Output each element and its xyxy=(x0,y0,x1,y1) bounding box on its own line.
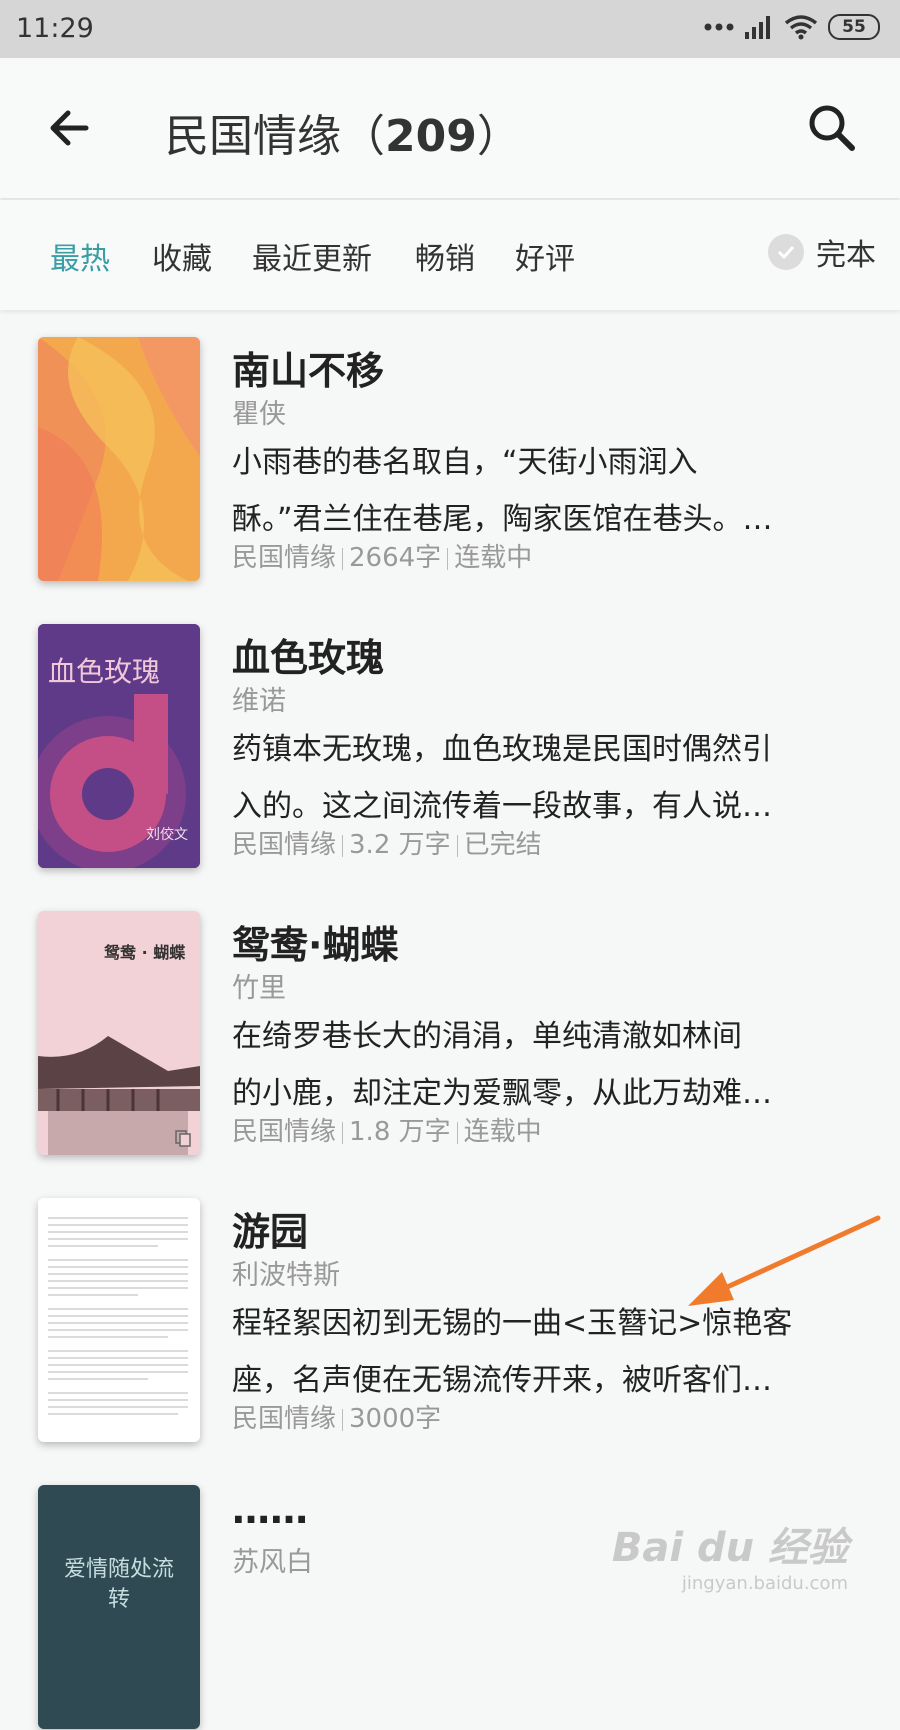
cover-art xyxy=(38,1198,200,1442)
cover-title-text: 鸳鸯 · 蝴蝶 xyxy=(104,943,186,962)
book-cover xyxy=(38,1198,200,1442)
meta-category: 民国情缘 xyxy=(232,1404,337,1434)
book-description: 药镇本无玫瑰，血色玫瑰是民国时偶然引 入的。这之间流传着一段故事，有人说… xyxy=(232,721,862,835)
meta-category: 民国情缘 xyxy=(232,1117,337,1147)
meta-word-count: 1.8 万字 xyxy=(349,1117,451,1147)
meta-word-count: 3000字 xyxy=(349,1404,442,1434)
book-description: 程轻絮因初到无锡的一曲<玉簪记>惊艳客 座，名声便在无锡流传开来，被听客们… xyxy=(232,1295,862,1409)
check-icon xyxy=(768,234,804,270)
book-author: 维诺 xyxy=(232,686,286,717)
wifi-icon xyxy=(784,15,818,40)
copy-icon xyxy=(175,1130,191,1147)
book-meta: 民国情缘 2664字 连载中 xyxy=(232,537,532,574)
status-time: 11:29 xyxy=(16,13,94,44)
description-line: 小雨巷的巷名取自，“天街小雨润入 xyxy=(232,445,698,480)
meta-category: 民国情缘 xyxy=(232,543,337,573)
tab-bestselling[interactable]: 畅销 xyxy=(415,234,475,278)
page-title-text: 民国情缘（ xyxy=(165,111,385,162)
cover-title-text: 爱情随处流转 xyxy=(63,1557,174,1612)
book-title: 游园 xyxy=(232,1210,309,1254)
meta-category: 民国情缘 xyxy=(232,830,337,860)
cover-title-text: 血色玫瑰 xyxy=(48,655,161,688)
baidu-watermark: Bai du 经验 jingyan.baidu.com xyxy=(612,1515,848,1594)
book-author: 利波特斯 xyxy=(232,1260,340,1291)
tab-favorites[interactable]: 收藏 xyxy=(152,234,212,278)
watermark-logo: Bai du 经验 xyxy=(611,1525,848,1571)
filter-bar: 最热 收藏 最近更新 畅销 好评 完本 xyxy=(0,200,900,310)
meta-status: 已完结 xyxy=(463,830,542,860)
watermark-url: jingyan.baidu.com xyxy=(681,1573,848,1594)
back-arrow-icon xyxy=(50,110,89,146)
description-line: 程轻絮因初到无锡的一曲<玉簪记>惊艳客 xyxy=(232,1306,793,1341)
description-line: 药镇本无玫瑰，血色玫瑰是民国时偶然引 xyxy=(232,732,772,767)
book-title: 南山不移 xyxy=(232,349,385,393)
cover-art xyxy=(38,337,200,581)
book-meta: 民国情缘 1.8 万字 连载中 xyxy=(232,1111,542,1148)
page-title: 民国情缘（209） xyxy=(165,100,521,164)
more-dots-icon xyxy=(704,23,734,31)
meta-word-count: 3.2 万字 xyxy=(349,830,451,860)
book-item[interactable]: 血色玫瑰 刘佼文 血色玫瑰 维诺 药镇本无玫瑰，血色玫瑰是民国时偶然引 入的。这… xyxy=(0,599,900,869)
book-description: 在绮罗巷长大的涓涓，单纯清澈如林间 的小鹿，却注定为爱飘零，从此万劫难… xyxy=(232,1008,862,1122)
book-cover: 鸳鸯 · 蝴蝶 xyxy=(38,911,200,1155)
book-description: 小雨巷的巷名取自，“天街小雨润入 酥。”君兰住在巷尾，陶家医馆在巷头。… xyxy=(232,434,862,548)
book-title: 鸳鸯·蝴蝶 xyxy=(232,923,399,967)
book-meta: 民国情缘 3.2 万字 已完结 xyxy=(232,824,542,861)
search-icon xyxy=(809,105,855,151)
signal-icon xyxy=(745,16,770,39)
back-button[interactable] xyxy=(44,103,94,153)
status-bar: 11:29 55 xyxy=(0,0,900,58)
book-cover xyxy=(38,337,200,581)
app-bar: 民国情缘（209） xyxy=(0,58,900,198)
description-line: 在绮罗巷长大的涓涓，单纯清澈如林间 xyxy=(232,1019,742,1054)
meta-status: 连载中 xyxy=(463,1117,542,1147)
complete-filter-toggle[interactable]: 完本 xyxy=(768,230,876,274)
tab-hottest[interactable]: 最热 xyxy=(50,234,110,278)
tab-recently-updated[interactable]: 最近更新 xyxy=(252,234,372,278)
book-author: 竹里 xyxy=(232,973,286,1004)
search-button[interactable] xyxy=(804,100,860,156)
book-cover: 血色玫瑰 刘佼文 xyxy=(38,624,200,868)
battery-indicator: 55 xyxy=(828,14,880,40)
book-title: 血色玫瑰 xyxy=(232,636,385,680)
book-item[interactable]: 爱情随处流转 …… 苏风白 xyxy=(0,1460,900,1730)
book-cover: 爱情随处流转 xyxy=(38,1485,200,1729)
cover-author-text: 刘佼文 xyxy=(146,827,188,843)
tab-top-rated[interactable]: 好评 xyxy=(515,234,575,278)
meta-word-count: 2664字 xyxy=(349,543,442,573)
book-item[interactable]: 游园 利波特斯 程轻絮因初到无锡的一曲<玉簪记>惊艳客 座，名声便在无锡流传开来… xyxy=(0,1173,900,1443)
book-item[interactable]: 鸳鸯 · 蝴蝶 鸳鸯·蝴蝶 竹里 在绮罗巷长大的涓涓，单纯清澈如林间 的小鹿，却… xyxy=(0,886,900,1156)
book-title: …… xyxy=(232,1488,308,1532)
status-icons: 55 xyxy=(704,14,880,40)
book-author: 苏风白 xyxy=(232,1547,313,1578)
book-author: 瞿侠 xyxy=(232,399,286,430)
book-meta: 民国情缘 3000字 xyxy=(232,1398,441,1435)
book-item[interactable]: 南山不移 瞿侠 小雨巷的巷名取自，“天街小雨润入 酥。”君兰住在巷尾，陶家医馆在… xyxy=(0,312,900,582)
book-count: 209 xyxy=(385,111,477,162)
meta-status: 连载中 xyxy=(454,543,533,573)
page-title-suffix: ） xyxy=(476,111,521,162)
complete-label: 完本 xyxy=(816,238,876,273)
